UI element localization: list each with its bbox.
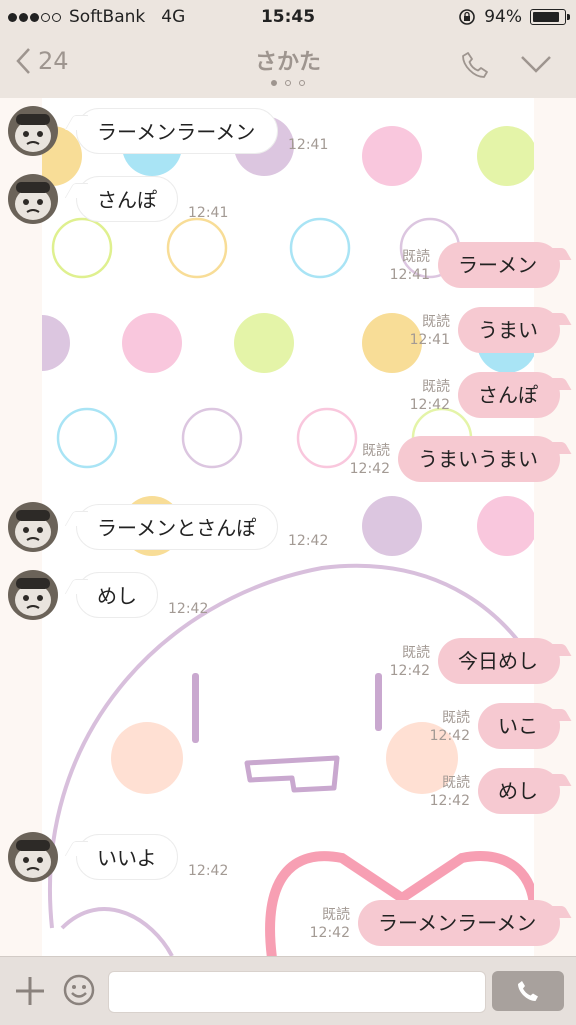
incoming-message-bubble[interactable]: さんぽ: [76, 176, 178, 222]
outgoing-message-bubble[interactable]: うまいうまい: [398, 436, 560, 482]
voice-call-button[interactable]: [492, 971, 564, 1011]
message-meta: 既読 12:41: [368, 248, 430, 284]
chat-header: 24 さかた: [0, 34, 576, 99]
outgoing-message-row: 今日めし 既読 12:42: [0, 638, 576, 698]
outgoing-message-row: うまい 既読 12:41: [0, 307, 576, 367]
message-time: 12:42: [188, 863, 229, 879]
read-receipt: 既読: [362, 443, 390, 459]
outgoing-message-bubble[interactable]: いこ: [478, 703, 560, 749]
battery-percent: 94%: [484, 7, 522, 27]
message-time: 12:41: [389, 267, 430, 283]
outgoing-message-bubble[interactable]: めし: [478, 768, 560, 814]
message-meta: 既読 12:42: [368, 644, 430, 680]
message-time: 12:42: [288, 533, 329, 549]
message-meta: 既読 12:42: [408, 709, 470, 745]
message-meta: 既読 12:42: [328, 442, 390, 478]
page-dot: [271, 80, 277, 86]
phone-icon[interactable]: [460, 50, 490, 80]
message-time: 12:41: [288, 137, 329, 153]
message-meta: 既読 12:42: [408, 774, 470, 810]
battery-icon: [530, 9, 570, 25]
contact-avatar[interactable]: [8, 832, 58, 882]
contact-avatar[interactable]: [8, 502, 58, 552]
incoming-message-bubble[interactable]: いいよ: [76, 834, 178, 880]
message-time: 12:42: [168, 601, 209, 617]
outgoing-message-bubble[interactable]: うまい: [458, 307, 560, 353]
incoming-message-row: ラーメンラーメン 12:41: [0, 106, 576, 168]
read-receipt: 既読: [422, 379, 450, 395]
plus-icon[interactable]: [14, 975, 46, 1007]
incoming-message-bubble[interactable]: ラーメンラーメン: [76, 108, 278, 154]
message-time: 12:42: [429, 793, 470, 809]
message-time: 12:41: [409, 332, 450, 348]
phone-icon: [518, 981, 538, 1001]
outgoing-message-row: ラーメンラーメン 既読 12:42: [0, 900, 576, 956]
outgoing-message-row: いこ 既読 12:42: [0, 703, 576, 763]
incoming-message-row: いいよ 12:42: [0, 832, 576, 894]
incoming-message-row: ラーメンとさんぽ 12:42: [0, 502, 576, 564]
input-bar: [0, 956, 576, 1025]
read-receipt: 既読: [322, 907, 350, 923]
outgoing-message-row: めし 既読 12:42: [0, 768, 576, 828]
outgoing-message-row: うまいうまい 既読 12:42: [0, 436, 576, 496]
message-time: 12:42: [349, 461, 390, 477]
read-receipt: 既読: [402, 249, 430, 265]
contact-avatar[interactable]: [8, 570, 58, 620]
emoji-icon[interactable]: [62, 973, 96, 1007]
incoming-message-bubble[interactable]: めし: [76, 572, 158, 618]
read-receipt: 既読: [402, 645, 430, 661]
message-meta: 既読 12:42: [388, 378, 450, 414]
incoming-message-bubble[interactable]: ラーメンとさんぽ: [76, 504, 278, 550]
outgoing-message-bubble[interactable]: ラーメン: [438, 242, 560, 288]
status-bar: SoftBank 4G 15:45 94%: [0, 0, 576, 34]
page-dot: [299, 80, 305, 86]
message-time: 12:42: [429, 728, 470, 744]
chat-area[interactable]: ラーメンラーメン 12:41 さんぽ 12:41 ラーメン 既読 12:41 うまい 既読 12:…: [0, 98, 576, 956]
status-right: 94%: [458, 7, 570, 27]
contact-avatar[interactable]: [8, 174, 58, 224]
read-receipt: 既読: [442, 710, 470, 726]
outgoing-message-bubble[interactable]: ラーメンラーメン: [358, 900, 560, 946]
incoming-message-row: さんぽ 12:41: [0, 174, 576, 236]
outgoing-message-row: ラーメン 既読 12:41: [0, 242, 576, 302]
outgoing-message-bubble[interactable]: 今日めし: [438, 638, 560, 684]
page-dot: [285, 80, 291, 86]
message-meta: 既読 12:42: [288, 906, 350, 942]
outgoing-message-row: さんぽ 既読 12:42: [0, 372, 576, 432]
message-time: 12:42: [409, 397, 450, 413]
rotation-lock-icon: [459, 9, 476, 25]
message-time: 12:41: [188, 205, 229, 221]
message-time: 12:42: [309, 925, 350, 941]
outgoing-message-bubble[interactable]: さんぽ: [458, 372, 560, 418]
incoming-message-row: めし 12:42: [0, 570, 576, 632]
page-indicator: [0, 80, 576, 86]
read-receipt: 既読: [442, 775, 470, 791]
message-meta: 既読 12:41: [388, 313, 450, 349]
message-input[interactable]: [108, 971, 486, 1013]
message-time: 12:42: [389, 663, 430, 679]
contact-avatar[interactable]: [8, 106, 58, 156]
chevron-down-icon[interactable]: [520, 54, 552, 74]
read-receipt: 既読: [422, 314, 450, 330]
